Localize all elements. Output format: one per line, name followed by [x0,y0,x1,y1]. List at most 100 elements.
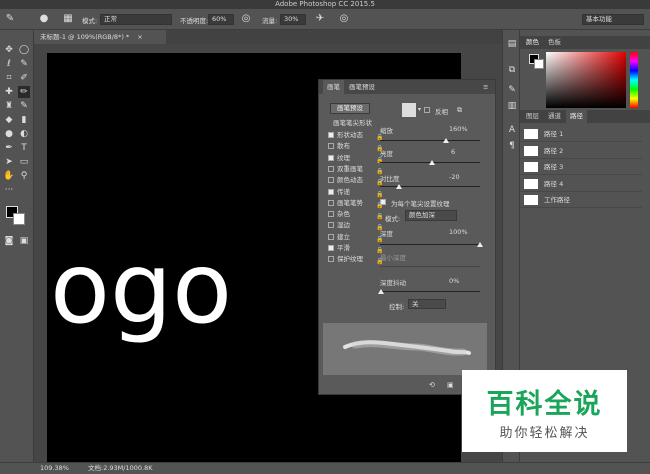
marquee-tool-icon[interactable]: ◯ [18,44,30,56]
brush-option-checkbox[interactable] [328,132,334,138]
path-row[interactable]: 工作路径 [520,192,642,208]
path-row[interactable]: 路径 1 [520,126,642,142]
depth-value[interactable]: 100% [449,228,468,236]
brush-option-item[interactable]: 颜色动态 🔒 [328,175,383,186]
brush-option-checkbox[interactable] [328,256,334,263]
adjustments-icon[interactable]: ▥ [506,100,518,112]
quick-select-tool-icon[interactable]: ✎ [18,58,30,70]
brush-option-item[interactable]: 传递 🔒 [328,187,383,198]
tab-layers[interactable]: 图层 [522,110,543,123]
contrast-slider-track[interactable] [380,186,480,187]
brush-option-item[interactable]: 保护纹理 🔒 [328,254,383,265]
tab-swatches[interactable]: 色板 [544,36,565,49]
healing-tool-icon[interactable]: ✚ [3,86,15,98]
depth-slider-track[interactable] [380,244,480,245]
brush-option-item[interactable]: 形状动态 🔒 [328,130,383,141]
eraser-tool-icon[interactable]: ◆ [3,114,15,126]
brush-panel-toggle-icon[interactable]: ▦ [62,13,74,25]
properties-icon[interactable]: ⧉ [506,64,518,76]
brightness-value[interactable]: 6 [451,148,455,156]
pressure-size-icon[interactable]: ◎ [338,13,350,25]
crop-tool-icon[interactable]: ⌗ [3,72,15,84]
brush-option-checkbox[interactable] [328,211,334,218]
color-bg-swatch[interactable] [534,59,544,69]
depth-jitter-slider-knob[interactable] [378,289,384,294]
brush-option-item[interactable]: 散布 🔒 [328,141,383,152]
quick-mask-icon[interactable]: ◙ [3,235,15,247]
gradient-tool-icon[interactable]: ▮ [18,114,30,126]
contrast-slider-knob[interactable] [396,184,402,189]
contrast-value[interactable]: -20 [449,173,460,181]
eyedropper-tool-icon[interactable]: ✐ [18,72,30,84]
brush-option-item[interactable]: 湿边 🔒 [328,220,383,231]
opacity-input[interactable]: 60% [208,14,234,25]
zoom-level[interactable]: 109.38% [40,463,69,474]
shape-tool-icon[interactable]: ▭ [18,156,30,168]
color-picker-field[interactable] [546,52,626,108]
flow-input[interactable]: 30% [280,14,306,25]
mode-select[interactable]: 正常 [100,14,172,25]
brush-option-checkbox[interactable] [328,245,334,251]
lasso-tool-icon[interactable]: ℓ [3,58,15,70]
history-brush-tool-icon[interactable]: ✎ [18,100,30,112]
hand-tool-icon[interactable]: ✋ [3,170,15,182]
background-color-swatch[interactable] [13,213,25,225]
new-preset-icon[interactable]: ▣ [447,381,454,389]
tab-brush[interactable]: 画笔 [323,80,344,94]
pressure-opacity-icon[interactable]: ◎ [240,13,252,25]
history-icon[interactable]: ▤ [506,38,518,50]
brush-option-item[interactable]: 平滑 🔒 [328,243,383,254]
depth-slider-knob[interactable] [477,242,483,247]
path-row[interactable]: 路径 4 [520,176,642,192]
brush-panel-icon[interactable]: ✎ [506,84,518,96]
control-select[interactable]: 关 [408,299,446,309]
document-info[interactable]: 文档:2.93M/1000.8K [88,463,152,474]
zoom-tool-icon[interactable]: ⚲ [18,170,30,182]
texture-pattern-swatch[interactable] [402,103,416,117]
panel-menu-icon[interactable]: ≡ [479,80,492,94]
brush-option-checkbox[interactable] [328,177,334,184]
tab-color[interactable]: 颜色 [522,36,543,49]
hue-slider[interactable] [630,52,638,108]
scale-slider-knob[interactable] [443,138,449,143]
brightness-slider-knob[interactable] [429,160,435,165]
brush-tool-icon[interactable]: ✏ [18,86,30,98]
move-tool-icon[interactable]: ✥ [3,44,15,56]
character-icon[interactable]: A [506,124,518,136]
screen-mode-icon[interactable]: ▣ [18,235,30,247]
tab-paths[interactable]: 路径 [566,110,587,123]
depth-jitter-slider-track[interactable] [380,291,480,292]
stamp-tool-icon[interactable]: ♜ [3,100,15,112]
brush-option-checkbox[interactable] [328,154,334,161]
airbrush-icon[interactable]: ✈ [314,13,326,25]
brush-option-checkbox[interactable] [328,233,334,240]
brush-presets-button[interactable]: 画笔预设 [330,103,370,114]
more-tools-icon[interactable]: ··· [3,184,15,196]
brush-option-item[interactable]: 画笔笔势 🔒 [328,198,383,209]
type-tool-icon[interactable]: T [18,142,30,154]
path-row[interactable]: 路径 2 [520,143,642,159]
brush-option-item[interactable]: 纹理 🔒 [328,153,383,164]
brush-option-checkbox[interactable] [328,222,334,229]
brush-tool-icon[interactable]: ✎ [4,13,16,25]
brush-option-checkbox[interactable] [328,199,334,206]
brush-option-checkbox[interactable] [328,143,334,150]
chevron-down-icon[interactable]: ▾ [418,106,421,113]
paragraph-icon[interactable]: ¶ [506,140,518,152]
path-row[interactable]: 路径 3 [520,159,642,175]
texture-mode-select[interactable]: 颜色加深 [405,210,457,221]
brush-option-checkbox[interactable] [328,165,334,172]
dodge-tool-icon[interactable]: ◐ [18,128,30,140]
scale-slider-track[interactable] [380,140,480,141]
toggle-live-tip-icon[interactable]: ⟲ [429,381,435,389]
scale-value[interactable]: 160% [449,125,468,133]
brush-option-item[interactable]: 杂色 🔒 [328,209,383,220]
brush-preset-icon[interactable]: ● [38,13,50,25]
brush-tip-shape-item[interactable]: 画笔笔尖形状 [333,118,372,129]
brush-option-item[interactable]: 双重画笔 🔒 [328,164,383,175]
tab-brush-presets[interactable]: 画笔预设 [345,80,379,94]
pen-tool-icon[interactable]: ✒ [3,142,15,154]
invert-checkbox[interactable] [424,106,433,114]
document-tab[interactable]: 未标题-1 @ 109%(RGB/8*) * × [34,30,166,44]
blur-tool-icon[interactable]: ● [3,128,15,140]
